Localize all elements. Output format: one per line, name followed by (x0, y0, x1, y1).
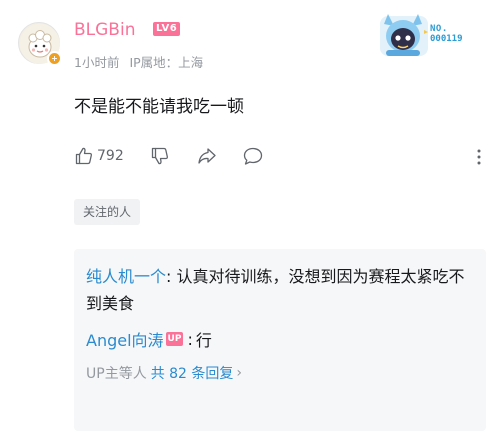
reply-author[interactable]: 纯人机一个 (86, 267, 166, 286)
user-avatar[interactable]: + (18, 22, 62, 66)
reply-count: 共 82 条回复 (150, 366, 234, 382)
like-count: 792 (97, 148, 124, 164)
reply-author[interactable]: Angel向涛 (86, 327, 164, 351)
comment-actions: 792 (74, 146, 484, 168)
comment-bubble-icon (243, 147, 263, 165)
replies-preview[interactable]: 纯人机一个: 认真对待训练，没想到因为赛程太紧吃不到美食 Angel向涛 UP … (74, 249, 486, 431)
level-badge: LV6 (153, 22, 181, 36)
up-badge: UP (165, 332, 184, 346)
fan-no-value: 000119 (430, 34, 463, 44)
reply-item[interactable]: 纯人机一个: 认真对待训练，没想到因为赛程太紧吃不到美食 (86, 263, 474, 317)
follow-tag: 关注的人 (74, 199, 141, 225)
username[interactable]: BLGBin (74, 20, 135, 40)
vip-badge-icon: + (47, 51, 62, 66)
reply-item[interactable]: Angel向涛 UP : 行 (86, 327, 474, 351)
more-options-icon[interactable] (474, 146, 484, 168)
dislike-button[interactable] (150, 146, 170, 166)
share-icon (198, 148, 216, 164)
fan-no-label: NO. (430, 24, 448, 34)
comment-time: 1小时前 (74, 55, 120, 70)
reply-button[interactable] (242, 146, 264, 166)
chevron-right-icon: › (236, 365, 243, 381)
comment-meta: 1小时前 IP属地：上海 (74, 52, 203, 71)
reply-separator: : (187, 329, 193, 349)
ip-location: IP属地：上海 (129, 55, 204, 70)
thumbs-up-icon (75, 147, 92, 165)
reply-separator: : (166, 267, 177, 286)
thumbs-down-icon (151, 147, 168, 165)
more-replies-prefix: UP主等人 (86, 366, 147, 382)
share-button[interactable] (196, 146, 218, 166)
fan-number: NO. 000119 (430, 24, 463, 44)
like-button[interactable]: 792 (74, 146, 124, 166)
comment-text: 不是能不能请我吃一顿 (74, 97, 244, 117)
view-all-replies-link[interactable]: UP主等人 共 82 条回复 › (86, 363, 474, 383)
reply-text: 行 (195, 331, 212, 350)
